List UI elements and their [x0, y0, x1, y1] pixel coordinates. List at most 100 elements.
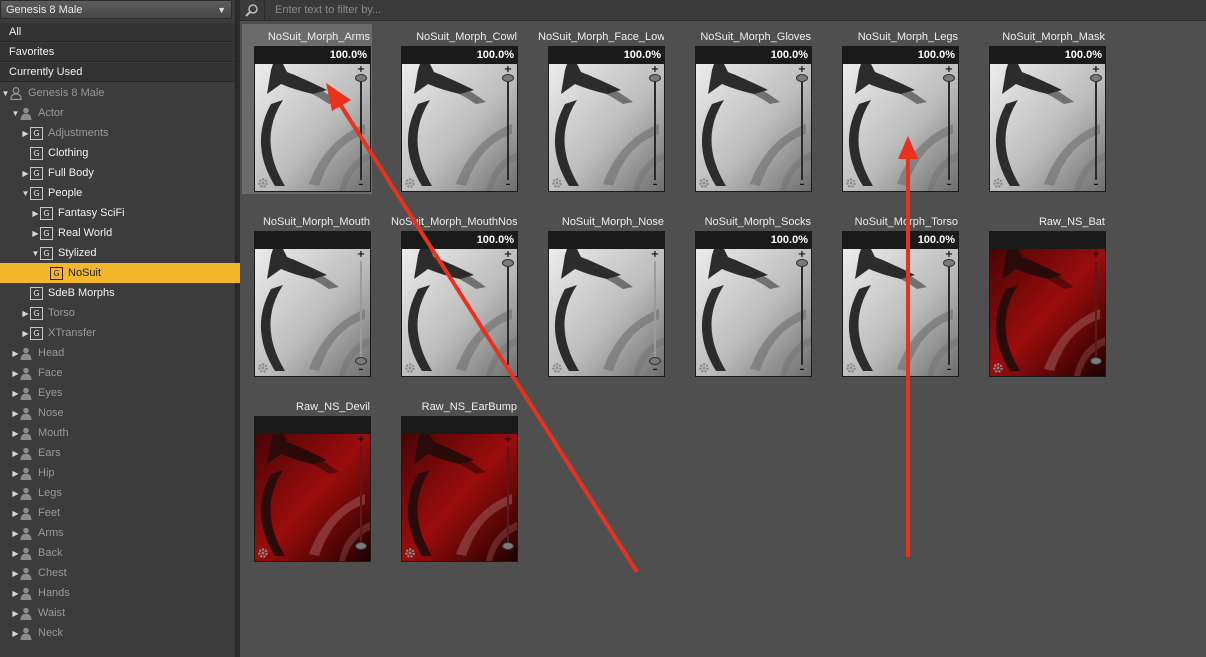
- morph-tile[interactable]: Raw_NS_EarBump + –: [389, 394, 519, 564]
- svg-text:–: –: [359, 364, 364, 373]
- morph-thumbnail[interactable]: + –: [254, 416, 371, 562]
- expand-closed-icon[interactable]: ▶: [31, 229, 40, 238]
- expand-closed-icon[interactable]: ▶: [11, 469, 20, 478]
- tree-item-real-world[interactable]: ▶ G Real World: [0, 223, 266, 243]
- svg-text:+: +: [504, 251, 512, 260]
- morph-tile[interactable]: Raw_NS_Bat + –: [977, 209, 1107, 379]
- person-icon: [20, 607, 38, 620]
- morph-tile[interactable]: NoSuit_Morph_Mask 100.0% + –: [977, 24, 1107, 194]
- tree-item-full-body[interactable]: ▶ G Full Body: [0, 163, 256, 183]
- expand-closed-icon[interactable]: ▶: [11, 369, 20, 378]
- morph-tile[interactable]: Raw_NS_Devil + –: [242, 394, 372, 564]
- expand-closed-icon[interactable]: ▶: [11, 429, 20, 438]
- expand-closed-icon[interactable]: ▶: [11, 609, 20, 618]
- person-icon: [20, 107, 38, 120]
- svg-text:+: +: [357, 66, 365, 75]
- tree-item-fantasy-scifi[interactable]: ▶ G Fantasy SciFi: [0, 203, 266, 223]
- morph-tile[interactable]: NoSuit_Morph_Nose + –: [536, 209, 666, 379]
- tree-item-label: Ears: [38, 447, 61, 459]
- tree-item-people[interactable]: ▼ G People: [0, 183, 256, 203]
- svg-text:–: –: [947, 179, 952, 188]
- morph-tile[interactable]: NoSuit_Morph_Face_Low 100.0% + –: [536, 24, 666, 194]
- tree-item-eyes[interactable]: ▶ Eyes: [0, 383, 246, 403]
- expand-closed-icon[interactable]: ▶: [11, 509, 20, 518]
- morph-thumbnail[interactable]: 100.0% + –: [695, 231, 812, 377]
- tree-item-head[interactable]: ▶ Head: [0, 343, 246, 363]
- tree-item-face[interactable]: ▶ Face: [0, 363, 246, 383]
- figure-selector-value: Genesis 8 Male: [6, 3, 83, 16]
- morph-tile[interactable]: NoSuit_Morph_Gloves 100.0% + –: [683, 24, 813, 194]
- morph-thumbnail[interactable]: 100.0% + –: [989, 46, 1106, 192]
- tree-item-xtransfer[interactable]: ▶ G XTransfer: [0, 323, 256, 343]
- morph-thumbnail[interactable]: 100.0% + –: [254, 46, 371, 192]
- filter-input[interactable]: [273, 3, 977, 17]
- expand-closed-icon[interactable]: ▶: [11, 629, 20, 638]
- expand-open-icon[interactable]: ▼: [21, 189, 30, 198]
- person-icon: [20, 447, 38, 460]
- tree-item-stylized[interactable]: ▼ G Stylized: [0, 243, 266, 263]
- tree-item-waist[interactable]: ▶ Waist: [0, 603, 246, 623]
- expand-open-icon[interactable]: ▼: [31, 249, 40, 258]
- morph-tile[interactable]: NoSuit_Morph_Legs 100.0% + –: [830, 24, 960, 194]
- expand-closed-icon[interactable]: ▶: [11, 569, 20, 578]
- expand-closed-icon[interactable]: ▶: [31, 209, 40, 218]
- morph-tile[interactable]: NoSuit_Morph_Torso 100.0% + –: [830, 209, 960, 379]
- morph-tile[interactable]: NoSuit_Morph_Arms 100.0% + –: [242, 24, 372, 194]
- morph-tile[interactable]: NoSuit_Morph_Cowl 100.0% + –: [389, 24, 519, 194]
- tree-item-legs[interactable]: ▶ Legs: [0, 483, 246, 503]
- morph-tile[interactable]: NoSuit_Morph_MouthNose 100.0% + –: [389, 209, 519, 379]
- tree-item-label: Hip: [38, 467, 55, 479]
- tree-item-clothing[interactable]: G Clothing: [0, 143, 256, 163]
- tree-item-back[interactable]: ▶ Back: [0, 543, 246, 563]
- expand-closed-icon[interactable]: ▶: [21, 329, 30, 338]
- morph-thumbnail[interactable]: 100.0% + –: [548, 46, 665, 192]
- tree-item-neck[interactable]: ▶ Neck: [0, 623, 246, 643]
- morph-thumbnail[interactable]: 100.0% + –: [842, 231, 959, 377]
- svg-text:–: –: [506, 364, 511, 373]
- tree-item-nosuit[interactable]: G NoSuit: [0, 263, 276, 283]
- group-icon: G: [30, 126, 43, 140]
- expand-closed-icon[interactable]: ▶: [11, 449, 20, 458]
- quick-filter-currently-used[interactable]: Currently Used: [0, 63, 235, 82]
- expand-closed-icon[interactable]: ▶: [11, 389, 20, 398]
- search-icon[interactable]: [240, 0, 265, 20]
- morph-tile[interactable]: NoSuit_Morph_Socks 100.0% + –: [683, 209, 813, 379]
- tree-item-feet[interactable]: ▶ Feet: [0, 503, 246, 523]
- tree-item-adjustments[interactable]: ▶ G Adjustments: [0, 123, 256, 143]
- expand-closed-icon[interactable]: ▶: [11, 529, 20, 538]
- expand-closed-icon[interactable]: ▶: [11, 549, 20, 558]
- tree-item-nose[interactable]: ▶ Nose: [0, 403, 246, 423]
- morph-thumbnail[interactable]: + –: [254, 231, 371, 377]
- expand-open-icon[interactable]: ▼: [11, 109, 20, 118]
- tree-item-genesis-8-male[interactable]: ▼ Genesis 8 Male: [0, 83, 236, 103]
- expand-closed-icon[interactable]: ▶: [11, 409, 20, 418]
- morph-thumbnail[interactable]: + –: [989, 231, 1106, 377]
- expand-closed-icon[interactable]: ▶: [21, 309, 30, 318]
- expand-open-icon[interactable]: ▼: [1, 89, 10, 98]
- morph-thumbnail[interactable]: + –: [401, 416, 518, 562]
- tree-item-hands[interactable]: ▶ Hands: [0, 583, 246, 603]
- tree-item-torso[interactable]: ▶ G Torso: [0, 303, 256, 323]
- tree-item-arms[interactable]: ▶ Arms: [0, 523, 246, 543]
- expand-closed-icon[interactable]: ▶: [11, 589, 20, 598]
- expand-closed-icon[interactable]: ▶: [21, 129, 30, 138]
- tree-item-mouth[interactable]: ▶ Mouth: [0, 423, 246, 443]
- tree-item-chest[interactable]: ▶ Chest: [0, 563, 246, 583]
- morph-thumbnail[interactable]: 100.0% + –: [842, 46, 959, 192]
- morph-thumbnail[interactable]: 100.0% + –: [401, 46, 518, 192]
- figure-selector-dropdown[interactable]: Genesis 8 Male ▼: [0, 0, 232, 19]
- expand-closed-icon[interactable]: ▶: [11, 489, 20, 498]
- expand-closed-icon[interactable]: ▶: [11, 349, 20, 358]
- expand-closed-icon[interactable]: ▶: [21, 169, 30, 178]
- group-icon: G: [30, 166, 43, 180]
- morph-thumbnail[interactable]: 100.0% + –: [401, 231, 518, 377]
- tree-item-ears[interactable]: ▶ Ears: [0, 443, 246, 463]
- morph-tile[interactable]: NoSuit_Morph_Mouth + –: [242, 209, 372, 379]
- tree-item-sdeb-morphs[interactable]: G SdeB Morphs: [0, 283, 256, 303]
- morph-thumbnail[interactable]: + –: [548, 231, 665, 377]
- quick-filter-all[interactable]: All: [0, 23, 235, 42]
- tree-item-hip[interactable]: ▶ Hip: [0, 463, 246, 483]
- tree-item-actor[interactable]: ▼ Actor: [0, 103, 246, 123]
- quick-filter-favorites[interactable]: Favorites: [0, 43, 235, 62]
- morph-thumbnail[interactable]: 100.0% + –: [695, 46, 812, 192]
